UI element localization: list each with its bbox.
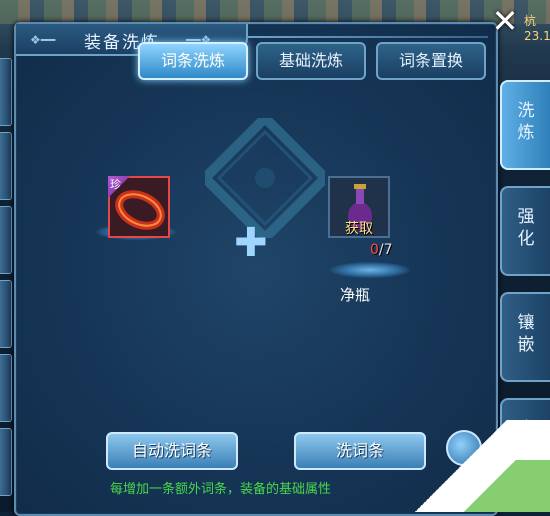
title-ornament-icon: ❖━━ <box>30 33 56 47</box>
left-tab[interactable] <box>0 354 12 422</box>
material-pedestal <box>330 262 410 278</box>
close-icon[interactable]: ✕ <box>488 4 522 38</box>
side-tab-enhance[interactable]: 强化 <box>500 186 550 276</box>
corner-logo-icon <box>430 460 550 512</box>
material-count: 0/7 <box>370 242 393 258</box>
left-tab[interactable] <box>0 132 12 200</box>
left-tab[interactable] <box>0 206 12 274</box>
side-tab-refine[interactable]: 洗炼 <box>500 80 550 170</box>
left-tab-strip <box>0 40 14 512</box>
tab-entry-refine[interactable]: 词条洗炼 <box>138 42 248 80</box>
side-tab-inlay[interactable]: 镶嵌 <box>500 292 550 382</box>
scene-label: 杭 23.16 <box>524 14 550 43</box>
tab-entry-swap[interactable]: 词条置换 <box>376 42 486 80</box>
top-divider <box>248 36 488 38</box>
tab-base-refine[interactable]: 基础洗炼 <box>256 42 366 80</box>
left-tab[interactable] <box>0 58 12 126</box>
material-label: 净瓶 <box>340 286 371 304</box>
left-tab[interactable] <box>0 428 12 496</box>
hint-text: 每增加一条额外词条，装备的基础属性 <box>110 482 332 497</box>
plus-icon: ✚ <box>234 220 268 266</box>
auto-refine-button[interactable]: 自动洗词条 <box>106 432 238 470</box>
obtain-overlay[interactable]: 获取 <box>345 218 373 238</box>
left-tab[interactable] <box>0 280 12 348</box>
